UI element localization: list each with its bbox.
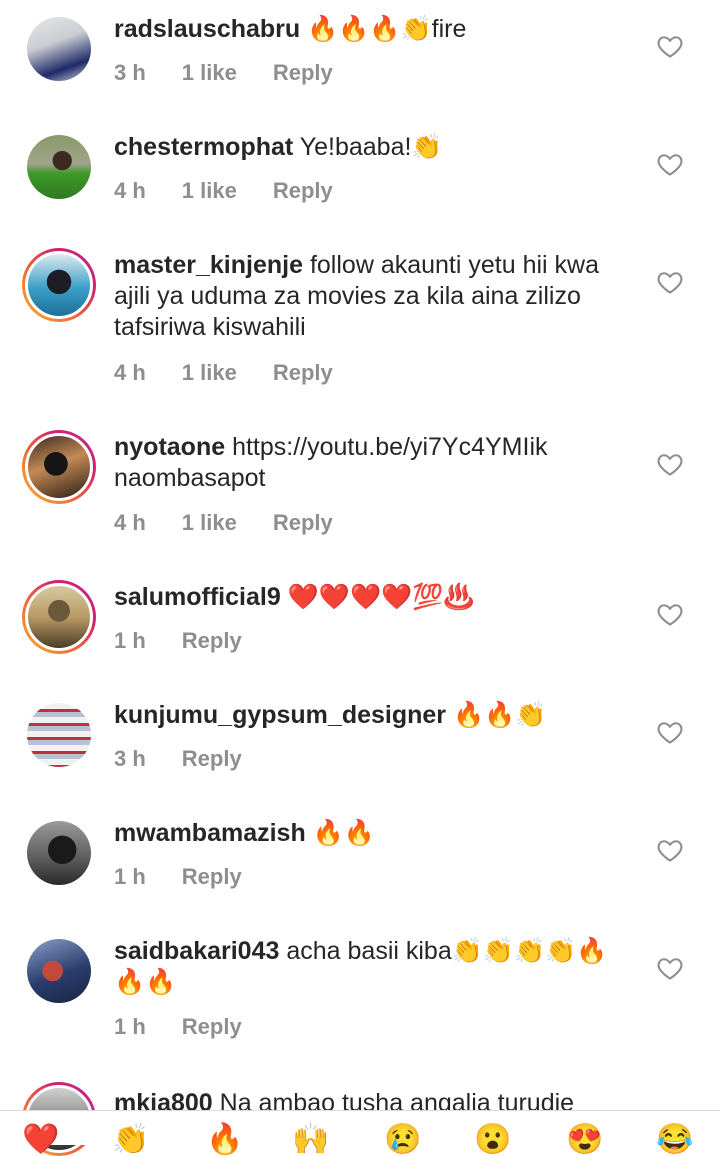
comment-username[interactable]: chestermophat bbox=[114, 133, 293, 161]
comment-text: ❤️❤️❤️❤️💯♨️ bbox=[287, 583, 475, 611]
comment-like-count[interactable]: 1 like bbox=[182, 178, 237, 204]
comment-time: 1 h bbox=[114, 1014, 146, 1039]
heart-outline-icon[interactable] bbox=[656, 450, 684, 478]
comment-time: 1 h bbox=[114, 628, 146, 653]
comment-meta: 4 h 1 like Reply bbox=[114, 178, 333, 204]
comment-username[interactable]: mwambamazish bbox=[114, 819, 306, 847]
comment-meta: 1 h Reply bbox=[114, 1014, 242, 1040]
reply-button[interactable]: Reply bbox=[273, 60, 333, 86]
reaction-surprised-emoji[interactable]: 😮 bbox=[474, 1125, 511, 1155]
comment-meta: 3 h Reply bbox=[114, 746, 242, 772]
reply-button[interactable]: Reply bbox=[182, 864, 242, 890]
reply-button[interactable]: Reply bbox=[182, 746, 242, 772]
comment-meta: 4 h 1 like Reply bbox=[114, 510, 333, 536]
comment-text: 🔥🔥🔥👏fire bbox=[307, 15, 467, 43]
reaction-fire-emoji[interactable]: 🔥 bbox=[206, 1125, 243, 1155]
reaction-clap-emoji[interactable]: 👏 bbox=[112, 1125, 149, 1155]
heart-outline-icon[interactable] bbox=[656, 268, 684, 296]
reaction-laughing-emoji[interactable]: 😂 bbox=[656, 1125, 693, 1155]
reaction-heart-eyes-emoji[interactable]: 😍 bbox=[566, 1125, 603, 1155]
avatar[interactable] bbox=[22, 130, 96, 204]
comment-username[interactable]: kunjumu_gypsum_designer bbox=[114, 701, 446, 729]
avatar[interactable] bbox=[22, 12, 96, 86]
avatar[interactable] bbox=[22, 430, 96, 504]
comment-meta: 4 h 1 like Reply bbox=[114, 360, 333, 386]
reaction-heart-emoji[interactable]: ❤️ bbox=[22, 1125, 59, 1155]
heart-outline-icon[interactable] bbox=[656, 32, 684, 60]
heart-outline-icon[interactable] bbox=[656, 150, 684, 178]
heart-outline-icon[interactable] bbox=[656, 600, 684, 628]
heart-outline-icon[interactable] bbox=[656, 718, 684, 746]
comment-time: 4 h bbox=[114, 510, 146, 535]
comment-like-count[interactable]: 1 like bbox=[182, 60, 237, 86]
comment-time: 4 h bbox=[114, 178, 146, 203]
comment-text: Ye!baaba!👏 bbox=[299, 133, 443, 161]
reply-button[interactable]: Reply bbox=[182, 628, 242, 654]
avatar[interactable] bbox=[22, 816, 96, 890]
reply-button[interactable]: Reply bbox=[273, 360, 333, 386]
comment-meta: 1 h Reply bbox=[114, 864, 242, 890]
reaction-raised-hands-emoji[interactable]: 🙌 bbox=[292, 1125, 329, 1155]
reply-button[interactable]: Reply bbox=[273, 178, 333, 204]
reaction-crying-emoji[interactable]: 😢 bbox=[384, 1125, 421, 1155]
heart-outline-icon[interactable] bbox=[656, 954, 684, 982]
comment-like-count[interactable]: 1 like bbox=[182, 510, 237, 536]
avatar[interactable] bbox=[22, 934, 96, 1008]
avatar[interactable] bbox=[22, 698, 96, 772]
comment-username[interactable]: saidbakari043 bbox=[114, 937, 279, 965]
comment-time: 4 h bbox=[114, 360, 146, 385]
comment-time: 3 h bbox=[114, 746, 146, 771]
reply-button[interactable]: Reply bbox=[273, 510, 333, 536]
comment-time: 1 h bbox=[114, 864, 146, 889]
heart-outline-icon[interactable] bbox=[656, 836, 684, 864]
avatar[interactable] bbox=[22, 248, 96, 322]
avatar[interactable] bbox=[22, 580, 96, 654]
comment-meta: 3 h 1 like Reply bbox=[114, 60, 333, 86]
quick-reactions-bar: ❤️ 👏 🔥 🙌 😢 😮 😍 😂 bbox=[0, 1110, 720, 1155]
comment-meta: 1 h Reply bbox=[114, 628, 242, 654]
comment-text: 🔥🔥👏 bbox=[452, 701, 547, 729]
reply-button[interactable]: Reply bbox=[182, 1014, 242, 1040]
comment-username[interactable]: master_kinjenje bbox=[114, 251, 303, 279]
comment-username[interactable]: salumofficial9 bbox=[114, 583, 281, 611]
comment-text: 🔥🔥 bbox=[312, 819, 375, 847]
comment-username[interactable]: radslauschabru bbox=[114, 15, 300, 43]
comment-like-count[interactable]: 1 like bbox=[182, 360, 237, 386]
comment-username[interactable]: nyotaone bbox=[114, 433, 225, 461]
comment-time: 3 h bbox=[114, 60, 146, 85]
